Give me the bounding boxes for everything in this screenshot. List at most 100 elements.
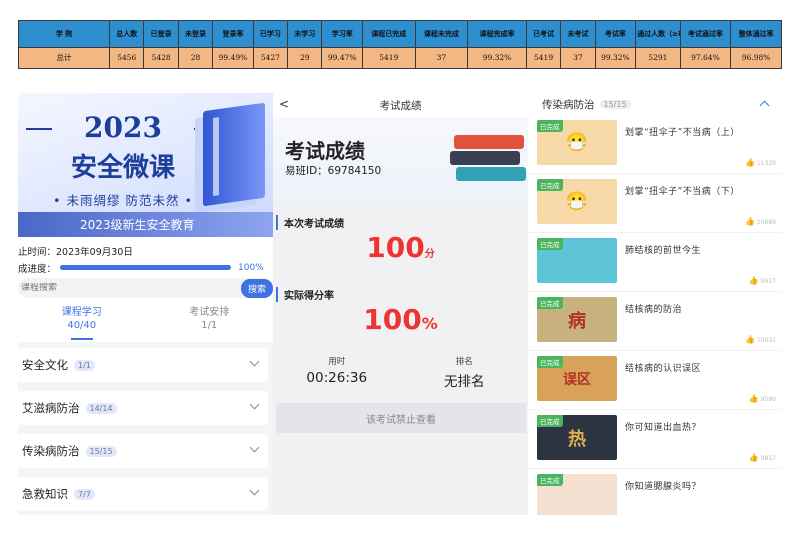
like-count: 👍 11329 [744,158,776,167]
lesson-list: 😷 已完成 划掌“扭伞子”不当病（上） 👍 11329 😷 已完成 划掌“扭伞子”不当病（下）… [528,115,782,515]
rank-value: 无排名 [444,374,485,390]
lesson-thumbnail: 误区 已完成 [537,356,617,401]
chevron-up-icon[interactable] [759,100,770,111]
thumbs-up-icon[interactable]: 👍 [749,453,759,462]
stats-header-cell: 学 院 [17,20,111,48]
lesson-list-count: 15/15 [599,99,631,109]
stats-total-cell: 37 [414,47,469,69]
stats-header-cell: 考试通过率 [679,20,732,48]
stats-header-cell: 未学习 [287,20,323,48]
stats-total-row: 总计 5456 5428 28 99.49% 5427 29 99.47% 5419 37 99.3… [17,47,782,69]
stats-header-cell: 考试率 [594,20,637,48]
rank-label: 排名 [455,357,473,367]
score-value: 100分 [366,231,435,264]
thumbs-up-icon[interactable]: 👍 [749,394,759,403]
lesson-thumbnail: 已完成 [537,238,617,283]
back-icon[interactable]: < [279,97,289,111]
stats-total-cell: 99.32% [594,47,637,69]
lesson-title: 肺结核的前世今生 [625,246,702,256]
stats-total-cell: 5419 [525,47,562,69]
completed-badge: 已完成 [537,179,563,191]
time-label: 用时 [328,357,346,367]
exam-hero: 考试成绩 易班ID：69784150 [273,117,528,202]
stats-total-cell: 29 [287,47,323,69]
category-list: 安全文化 1/1 艾滋病防治 14/14 传染病防治 15/15 急救知识 7/7 [18,342,273,515]
like-count: 👍 9580 [748,394,776,403]
stats-total-cell: 5427 [252,47,289,69]
lesson-list-header[interactable]: 传染病防治 15/15 [528,93,782,115]
tab-label: 考试安排 [189,307,230,318]
thumbs-up-icon[interactable]: 👍 [749,276,759,285]
thumbs-up-icon[interactable]: 👍 [745,217,755,226]
category-name: 艾滋病防治 [22,401,80,415]
chevron-down-icon [249,442,260,453]
stats-total-cell: 99.47% [321,47,363,69]
stats-header-cell: 课程完成率 [467,20,527,48]
stats-header-cell: 学习率 [321,20,363,48]
category-count: 15/15 [85,445,117,457]
progress-label: 成进度： [18,263,57,275]
category-count: 7/7 [74,488,95,500]
exam-hero-title: 考试成绩 [285,139,365,163]
deadline-text: 止时间：2023年09月30日 [18,246,133,258]
exam-result-panel: < 考试成绩 考试成绩 易班ID：69784150 本次考试成绩 100分 实际… [273,93,528,515]
lesson-item[interactable]: 😷 已完成 划掌“扭伞子”不当病（上） 👍 11329 [528,115,782,174]
stats-header-row: 学 院总人数 已登录 未登录 登录率 已学习 未学习 学习率 课程已完成 课程未完成 课程完成率已… [17,20,782,48]
course-tabs: 课程学习 40/40 考试安排 1/1 [18,306,273,342]
lesson-item[interactable]: 热已完成 你可知道出血热？ 👍 9817 [528,410,782,469]
time-value: 00:26:36 [306,370,368,386]
stats-header-cell: 课程未完成 [414,20,469,48]
stats-total-cell: 5291 [635,47,681,69]
thumbs-up-icon[interactable]: 👍 [745,335,755,344]
chevron-down-icon [249,399,260,410]
stats-total-cell: 96.98% [730,47,782,69]
tab-count: 40/40 [67,320,97,331]
stats-total-cell: 37 [560,47,596,69]
lesson-thumbnail: 病已完成 [537,297,617,342]
view-disabled-button[interactable]: 该考试禁止查看 [276,403,526,433]
category-count: 14/14 [85,402,117,414]
chevron-down-icon [249,356,260,367]
stats-total-cell: 97.64% [679,47,732,69]
completed-badge: 已完成 [537,297,563,309]
completed-badge: 已完成 [537,238,563,250]
category-count: 1/1 [74,359,95,371]
category-item[interactable]: 急救知识 7/7 [18,477,268,511]
category-item[interactable]: 安全文化 1/1 [18,348,268,382]
stats-header-cell: 课程已完成 [361,20,416,48]
category-name: 传染病防治 [22,444,80,458]
category-name: 急救知识 [22,487,68,501]
banner-title: 安全微课 [70,153,175,183]
category-item[interactable]: 艾滋病防治 14/14 [18,391,268,425]
like-count: 👍 9817 [748,453,776,462]
category-name: 安全文化 [22,358,68,372]
category-item[interactable]: 传染病防治 15/15 [18,434,268,468]
lesson-thumbnail: 热已完成 [537,415,617,460]
progress-percent: 100% [238,262,264,273]
lesson-item[interactable]: 病已完成 结核病的防治 👍 10031 [528,292,782,351]
lesson-item[interactable]: 已完成 你知道腮腺炎吗？ [528,469,782,515]
stats-header-cell: 已学习 [252,20,289,48]
stats-total-cell: 5456 [109,47,145,69]
lesson-item[interactable]: 误区 已完成 结核病的认识误区 👍 9580 [528,351,782,410]
lesson-title: 结核病的防治 [625,305,683,315]
stats-header-cell: 登录率 [212,20,254,48]
thumbs-up-icon[interactable]: 👍 [745,158,755,167]
stats-header-cell: 整体通过率 [730,20,782,48]
completed-badge: 已完成 [537,415,563,427]
tab-exam-schedule[interactable]: 考试安排 1/1 [146,306,274,342]
stats-header-cell: 未考试 [560,20,596,48]
course-banner: 2023 安全微课 • 未雨绸缪 防范未然 • 2023级新生安全教育 [18,93,273,237]
score-label: 本次考试成绩 [276,215,344,230]
lesson-item[interactable]: 已完成 肺结核的前世今生 👍 9917 [528,233,782,292]
search-button[interactable]: 搜索 [240,278,273,298]
progress-row: 成进度： 100% [18,259,273,276]
search-input[interactable] [21,283,211,293]
lesson-title: 划掌“扭伞子”不当病（上） [625,128,740,138]
stats-table: 学 院总人数 已登录 未登录 登录率 已学习 未学习 学习率 课程已完成 课程未完成 课程完成率已… [17,20,782,69]
chevron-down-icon [249,485,260,496]
stats-total-cell: 总计 [17,47,111,69]
banner-subtitle: 2023级新生安全教育 [18,212,273,237]
tab-course-study[interactable]: 课程学习 40/40 [18,306,146,342]
lesson-item[interactable]: 😷 已完成 划掌“扭伞子”不当病（下） 👍 10689 [528,174,782,233]
